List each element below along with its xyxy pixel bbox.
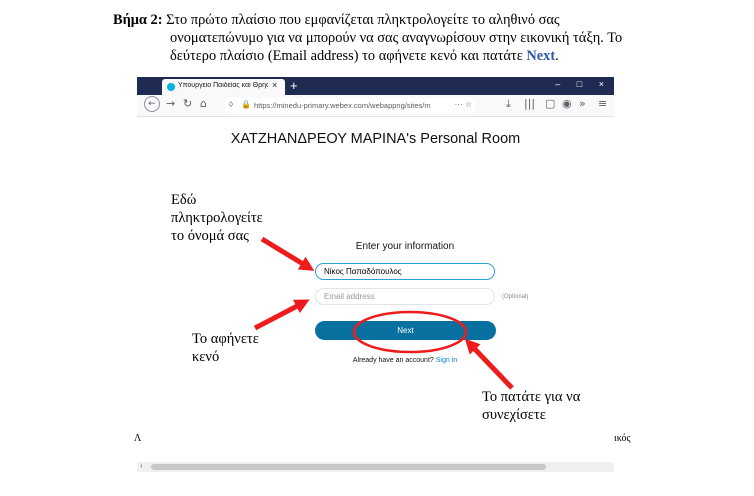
lock-icon: 🔒 bbox=[241, 100, 251, 109]
annotation-name-hint: Εδώ πληκτρολογείτε το όνομά σας bbox=[171, 191, 263, 245]
menu-icon[interactable]: ≡ bbox=[598, 97, 607, 110]
close-window-icon[interactable]: × bbox=[599, 79, 604, 89]
instruction-line3-end: . bbox=[555, 48, 559, 64]
annotation-line: συνεχίσετε bbox=[482, 407, 546, 423]
enter-info-heading: Enter your information bbox=[355, 241, 455, 252]
browser-navbar: ← → ↻ ⌂ ◊ 🔒 https://minedu-primary.webex… bbox=[137, 95, 614, 117]
email-field[interactable]: Email address bbox=[315, 288, 495, 305]
reload-icon[interactable]: ↻ bbox=[183, 97, 192, 110]
sign-in-link[interactable]: Sign in bbox=[436, 357, 457, 364]
home-icon[interactable]: ⌂ bbox=[200, 97, 207, 110]
overflow-icon[interactable]: » bbox=[579, 97, 586, 110]
library-icon[interactable]: ||| bbox=[524, 97, 535, 110]
annotation-line: το όνομά σας bbox=[171, 228, 249, 244]
browser-tabbar: Υπουργείο Παιδείας και Θρησκευμάτων × + … bbox=[137, 77, 614, 95]
new-tab-icon[interactable]: + bbox=[290, 78, 298, 93]
page-actions[interactable]: ··· ☆ bbox=[451, 100, 472, 109]
room-title: ΧΑΤΖΗΑΝΔΡΕΟΥ ΜΑΡΙΝΑ's Personal Room bbox=[230, 131, 521, 147]
annotation-next-hint: Το πατάτε για να συνεχίσετε bbox=[482, 388, 580, 424]
tab-title: Υπουργείο Παιδείας και Θρησκευμάτων bbox=[178, 82, 268, 89]
account-text: Already have an account? bbox=[352, 357, 434, 364]
account-icon[interactable]: ◉ bbox=[562, 97, 572, 110]
instruction-line1: Στο πρώτο πλαίσιο που εμφανίζεται πληκτρ… bbox=[166, 12, 560, 28]
instruction-line3: δεύτερο πλαίσιο (Email address) το αφήνε… bbox=[170, 48, 559, 64]
name-field[interactable]: Νίκος Παπαδόπουλος bbox=[315, 263, 495, 280]
forward-icon[interactable]: → bbox=[166, 97, 175, 110]
account-prompt: Already have an account? Sign in bbox=[297, 357, 513, 364]
window-controls: – □ × bbox=[541, 79, 604, 89]
annotation-email-hint: Το αφήνετε κενό bbox=[192, 330, 259, 366]
webex-favicon-icon bbox=[167, 83, 175, 91]
next-reference: Next bbox=[526, 48, 556, 64]
horizontal-scrollbar[interactable]: ‹ bbox=[137, 461, 614, 472]
url-bar[interactable]: ◊ 🔒 https://minedu-primary.webex.com/web… bbox=[225, 98, 475, 113]
scrollbar-thumb[interactable] bbox=[151, 464, 546, 470]
scroll-left-icon[interactable]: ‹ bbox=[140, 461, 143, 470]
instruction-line2: ονοματεπώνυμο για να μπορούν να σας αναγ… bbox=[170, 30, 623, 46]
optional-label: (Optional) bbox=[502, 294, 529, 300]
instruction-paragraph: Βήμα 2: Στο πρώτο πλαίσιο που εμφανίζετα… bbox=[113, 11, 693, 65]
annotation-line: Εδώ bbox=[171, 192, 197, 208]
next-button[interactable]: Next bbox=[315, 321, 496, 340]
tab-close-icon[interactable]: × bbox=[272, 80, 277, 90]
minimize-icon[interactable]: – bbox=[555, 79, 560, 89]
step-label: Βήμα 2: bbox=[113, 12, 163, 28]
browser-tab[interactable]: Υπουργείο Παιδείας και Θρησκευμάτων × bbox=[162, 79, 285, 95]
annotation-line: κενό bbox=[192, 349, 220, 365]
sidebar-icon[interactable]: ▢ bbox=[545, 97, 555, 110]
text-fragment-left: Λ bbox=[134, 433, 142, 444]
annotation-line: πληκτρολογείτε bbox=[171, 210, 263, 226]
annotation-line: Το αφήνετε bbox=[192, 331, 259, 347]
instruction-line3-text: δεύτερο πλαίσιο (Email address) το αφήνε… bbox=[170, 48, 527, 64]
back-icon[interactable]: ← bbox=[144, 96, 160, 112]
shield-icon: ◊ bbox=[229, 100, 233, 109]
download-icon[interactable]: ⤓ bbox=[506, 97, 511, 111]
annotation-line: Το πατάτε για να bbox=[482, 389, 581, 405]
maximize-icon[interactable]: □ bbox=[577, 79, 582, 89]
text-fragment-right: ικός bbox=[614, 433, 631, 444]
url-text: https://minedu-primary.webex.com/webappn… bbox=[254, 101, 431, 110]
